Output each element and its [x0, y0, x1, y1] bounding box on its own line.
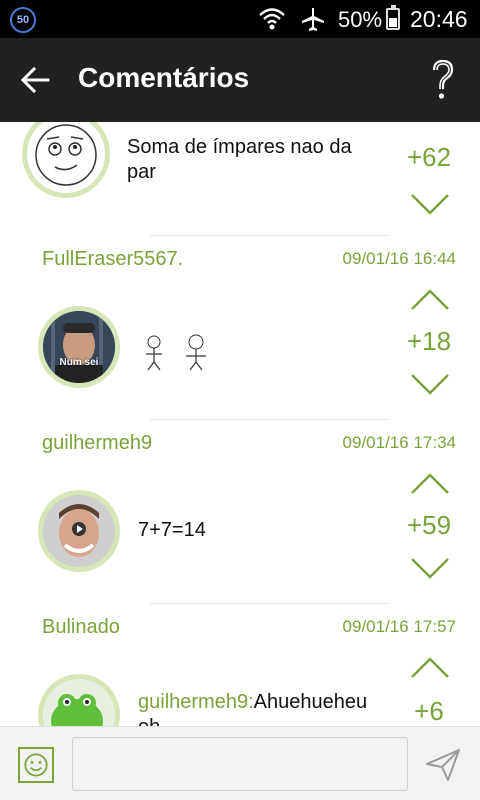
vote-score: +59 [406, 510, 452, 540]
avatar-photo [43, 679, 115, 726]
divider [150, 419, 388, 420]
avatar-photo [43, 495, 115, 567]
downvote-icon[interactable] [410, 372, 450, 396]
back-arrow-icon[interactable] [18, 62, 54, 98]
comment-input[interactable] [72, 737, 408, 791]
page-title: Comentários [78, 62, 250, 93]
comment-date: 09/01/16 17:57 [342, 617, 456, 636]
comment-author[interactable]: Bulinado [42, 616, 120, 639]
airplane-mode-icon [302, 8, 324, 31]
help-question-icon[interactable] [428, 58, 458, 102]
divider [150, 235, 388, 236]
upvote-icon[interactable] [410, 656, 450, 680]
avatar-photo [43, 311, 115, 383]
divider [150, 603, 388, 604]
comment-author[interactable]: guilhermeh9 [42, 432, 152, 455]
avatar[interactable] [38, 490, 120, 572]
comment-date: 09/01/16 17:34 [342, 433, 456, 452]
battery-percent: 50% [338, 7, 383, 32]
downvote-icon[interactable] [410, 192, 450, 216]
avatar[interactable] [38, 674, 120, 726]
compose-bar [0, 726, 480, 800]
status-bar: 50 50% 20:46 [0, 0, 480, 38]
comment-date: 09/01/16 16:44 [342, 249, 456, 268]
app-bar: Comentários [0, 38, 480, 122]
vote-score: +18 [406, 326, 452, 356]
meme-sticker-image [146, 334, 206, 371]
upvote-icon[interactable] [410, 472, 450, 496]
vote-score: +6 [414, 696, 444, 726]
rage-face-avatar [35, 124, 97, 186]
clock: 20:46 [410, 6, 468, 32]
comment-author[interactable]: FullEraser5567. [42, 248, 183, 271]
comment-text: 7+7=14 [138, 519, 206, 541]
upvote-icon[interactable] [410, 288, 450, 312]
battery-icon [386, 5, 400, 30]
emoji-button-icon[interactable] [18, 747, 54, 783]
send-icon[interactable] [424, 747, 462, 783]
wifi-icon [259, 8, 285, 30]
comment-mention[interactable]: guilhermeh9: [138, 691, 254, 713]
downvote-icon[interactable] [410, 556, 450, 580]
vote-score: +62 [406, 142, 452, 172]
notification-badge: 50 [10, 7, 36, 33]
comment-list[interactable]: Soma de ímpares nao da par +62 FullErase… [0, 122, 480, 726]
avatar[interactable]: Num sei [38, 306, 120, 388]
avatar[interactable] [22, 122, 110, 198]
avatar-caption: Num sei [59, 357, 99, 368]
comment-text: Soma de ímpares nao da par [127, 136, 352, 183]
comment-text: guilhermeh9:Ahuehueheu eh [138, 691, 368, 726]
